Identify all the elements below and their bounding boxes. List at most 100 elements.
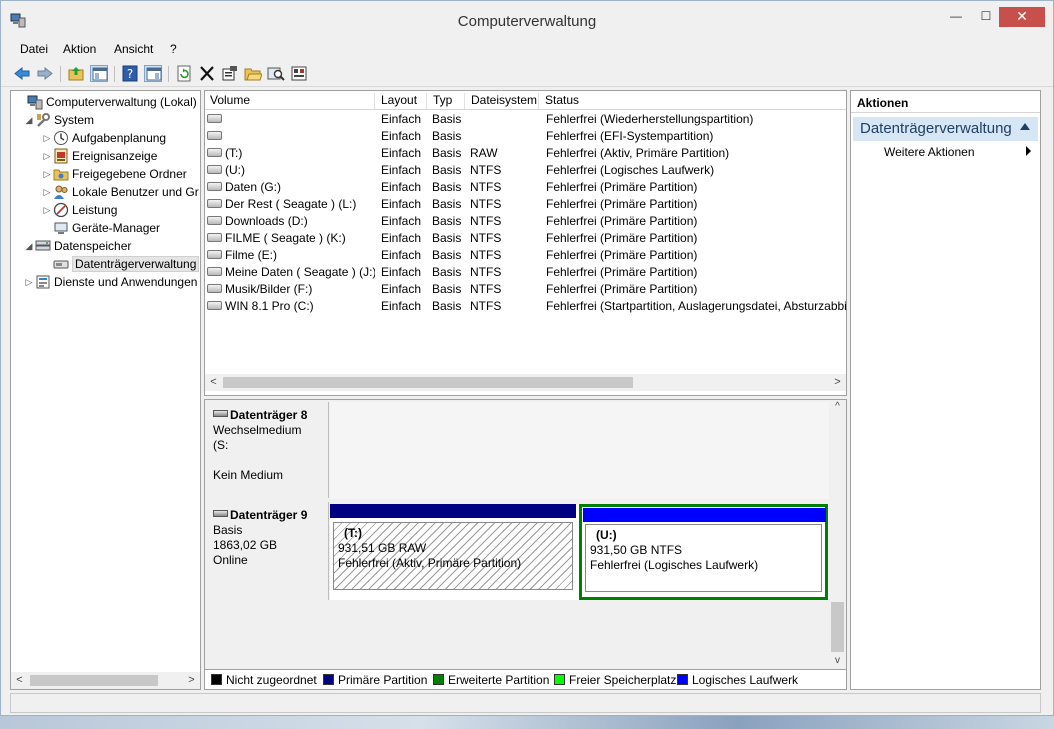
title-bar: Computerverwaltung — ☐ ✕ [1, 1, 1053, 37]
cell-volume: Meine Daten ( Seagate ) (J:) [207, 265, 375, 279]
column-header-volume[interactable]: Volume [205, 93, 375, 109]
computer-management-window: Computerverwaltung — ☐ ✕ Datei Aktion An… [0, 0, 1054, 716]
tree-item-0[interactable]: Computerverwaltung (Lokal) [15, 94, 197, 112]
table-row[interactable]: Der Rest ( Seagate ) (L:) Einfach Basis NTF… [205, 196, 846, 213]
cell-volume: (T:) [207, 146, 375, 160]
cell-volume: (U:) [207, 163, 375, 177]
minimize-button[interactable]: — [941, 7, 971, 27]
disk-view-vertical-scrollbar[interactable]: ^ v [829, 400, 846, 669]
tree-item-1[interactable]: ◢ System [23, 112, 94, 130]
search-disk-icon[interactable] [267, 65, 285, 82]
tree-item-7[interactable]: Geräte-Manager [41, 220, 160, 238]
help-icon[interactable]: ? [121, 65, 139, 82]
expand-toggle-icon[interactable]: ▷ [41, 166, 53, 182]
disk-9-label[interactable]: Datenträger 9 Basis 1863,02 GB Online [205, 502, 329, 600]
partition-u[interactable]: (U:) 931,50 GB NTFS Fehlerfrei (Logische… [579, 504, 828, 600]
expand-toggle-icon[interactable]: ▷ [23, 274, 35, 290]
collapse-triangle-icon[interactable] [1020, 123, 1030, 130]
cell-volume [207, 129, 375, 143]
submenu-arrow-icon[interactable] [1026, 146, 1031, 156]
table-row[interactable]: Filme (E:) Einfach Basis NTFS Fehlerfrei (Pr… [205, 247, 846, 264]
open-folder-icon[interactable] [244, 65, 262, 82]
menu-ansicht[interactable]: Ansicht [114, 42, 153, 56]
primary-partition-bar [330, 504, 576, 518]
table-row[interactable]: Musik/Bilder (F:) Einfach Basis NTFS Fehlerf… [205, 281, 846, 298]
tree-item-6[interactable]: ▷ Leistung [41, 202, 117, 220]
column-header-type[interactable]: Typ [428, 93, 465, 109]
cell-filesystem: NTFS [470, 231, 502, 245]
actions-section-disk-management[interactable]: Datenträgerverwaltung [853, 117, 1038, 141]
task-scheduler-icon [53, 130, 69, 146]
tree-item-10[interactable]: ▷ Dienste und Anwendungen [23, 274, 198, 292]
close-button[interactable]: ✕ [999, 7, 1045, 27]
disk-8-area[interactable] [330, 402, 829, 499]
expand-toggle-icon[interactable]: ◢ [23, 112, 35, 128]
expand-toggle-icon[interactable]: ▷ [41, 148, 53, 164]
table-row[interactable]: Einfach Basis Fehlerfrei (Wiederherstellun… [205, 111, 846, 128]
table-row[interactable]: WIN 8.1 Pro (C:) Einfach Basis NTFS Fehlerfr… [205, 298, 846, 315]
maximize-button[interactable]: ☐ [971, 7, 1001, 27]
cell-volume: WIN 8.1 Pro (C:) [207, 299, 375, 313]
column-header-layout[interactable]: Layout [376, 93, 427, 109]
menu-datei[interactable]: Datei [20, 42, 48, 56]
scrollbar-thumb[interactable] [30, 675, 158, 686]
menu-help[interactable]: ? [170, 42, 177, 56]
scroll-right-icon[interactable]: > [183, 672, 200, 689]
menu-aktion[interactable]: Aktion [63, 42, 96, 56]
scrollbar-thumb[interactable] [831, 602, 844, 652]
volume-list-horizontal-scrollbar[interactable]: < > [205, 374, 846, 391]
tree-item-5[interactable]: ▷ Lokale Benutzer und Gr [41, 184, 199, 202]
more-actions-link[interactable]: Weitere Aktionen [884, 145, 975, 159]
settings-disk-icon[interactable] [290, 65, 308, 82]
column-header-filesystem[interactable]: Dateisystem [466, 93, 539, 109]
action-pane-icon[interactable] [144, 65, 162, 82]
tree-horizontal-scrollbar[interactable]: < > [11, 672, 200, 689]
delete-icon[interactable] [198, 65, 216, 82]
cell-type: Basis [432, 180, 462, 194]
expand-toggle-icon[interactable]: ◢ [23, 238, 35, 254]
cell-layout: Einfach [381, 282, 422, 296]
table-row[interactable]: Einfach Basis Fehlerfrei (EFI-Systempartit… [205, 128, 846, 145]
refresh-icon[interactable] [175, 65, 193, 82]
column-header-status[interactable]: Status [540, 93, 846, 109]
table-row[interactable]: (U:) Einfach Basis NTFS Fehlerfrei (Logische… [205, 162, 846, 179]
table-row[interactable]: Daten (G:) Einfach Basis NTFS Fehlerfrei (Pr… [205, 179, 846, 196]
table-row[interactable]: Downloads (D:) Einfach Basis NTFS Fehlerfrei… [205, 213, 846, 230]
partition-u-size: 931,50 GB NTFS [590, 543, 683, 557]
table-row[interactable]: FILME ( Seagate ) (K:) Einfach Basis NTFS Fe… [205, 230, 846, 247]
tree-item-4[interactable]: ▷ Freigegebene Ordner [41, 166, 187, 184]
table-row[interactable]: (T:) Einfach Basis RAW Fehlerfrei (Aktiv, Pr… [205, 145, 846, 162]
cell-status: Fehlerfrei (Wiederherstellungspartition) [546, 112, 754, 126]
tree-item-8[interactable]: ◢ Datenspeicher [23, 238, 132, 256]
properties-icon[interactable] [221, 65, 239, 82]
scroll-up-icon[interactable]: ^ [829, 400, 846, 414]
cell-layout: Einfach [381, 214, 422, 228]
scroll-left-icon[interactable]: < [11, 672, 28, 689]
console-tree-icon[interactable] [90, 65, 108, 82]
table-row[interactable]: Meine Daten ( Seagate ) (J:) Einfach Basis… [205, 264, 846, 281]
cell-type: Basis [432, 214, 462, 228]
device-manager-icon [53, 220, 69, 236]
tree-item-label: Computerverwaltung (Lokal) [46, 95, 197, 109]
expand-toggle-icon[interactable]: ▷ [41, 184, 53, 200]
disk-8-label[interactable]: Datenträger 8 Wechselmedium (S: Kein Med… [205, 402, 329, 498]
tree-item-3[interactable]: ▷ Ereignisanzeige [41, 148, 157, 166]
scrollbar-thumb[interactable] [223, 377, 633, 388]
expand-toggle-icon[interactable]: ▷ [41, 130, 53, 146]
shared-folders-icon [53, 166, 69, 182]
scroll-left-icon[interactable]: < [205, 374, 222, 391]
event-viewer-icon [53, 148, 69, 164]
forward-arrow-icon[interactable] [36, 65, 54, 82]
tree-item-2[interactable]: ▷ Aufgabenplanung [41, 130, 166, 148]
cell-filesystem: NTFS [470, 180, 502, 194]
tree-item-9[interactable]: Datenträgerverwaltung [41, 256, 200, 274]
cell-type: Basis [432, 112, 462, 126]
expand-toggle-icon[interactable]: ▷ [41, 202, 53, 218]
up-folder-icon[interactable] [67, 65, 85, 82]
scroll-down-icon[interactable]: v [829, 654, 846, 668]
cell-filesystem: RAW [470, 146, 498, 160]
partition-t[interactable]: (T:) 931,51 GB RAW Fehlerfrei (Aktiv, Pr… [330, 504, 578, 600]
cell-layout: Einfach [381, 129, 422, 143]
scroll-right-icon[interactable]: > [829, 374, 846, 391]
back-arrow-icon[interactable] [13, 65, 31, 82]
